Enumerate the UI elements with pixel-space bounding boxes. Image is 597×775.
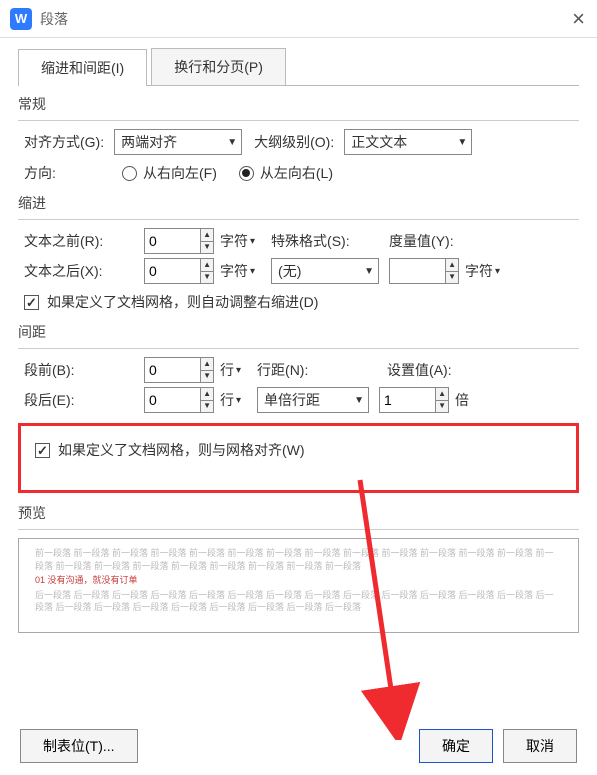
window-title: 段落	[40, 9, 68, 29]
titlebar: W 段落 ×	[0, 0, 597, 38]
spin-up-icon[interactable]: ▲	[446, 259, 458, 272]
align-label: 对齐方式(G):	[24, 132, 104, 152]
direction-ltr-radio[interactable]: 从左向右(L)	[239, 163, 333, 183]
indent-before-unit[interactable]: 字符▾	[220, 231, 255, 251]
set-value-input[interactable]	[380, 388, 435, 412]
tab-bar: 缩进和间距(I) 换行和分页(P)	[18, 48, 579, 86]
footer-buttons: 制表位(T)... 确定 取消	[0, 729, 597, 763]
space-before-spinner[interactable]: ▲▼	[144, 357, 214, 383]
direction-label: 方向:	[24, 163, 112, 183]
special-value: (无)	[278, 261, 301, 281]
indent-before-label: 文本之前(R):	[24, 231, 134, 251]
indent-after-input[interactable]	[145, 259, 200, 283]
indent-after-unit[interactable]: 字符▾	[220, 261, 255, 281]
line-spacing-select[interactable]: 单倍行距 ▼	[257, 387, 369, 413]
group-indent-title: 缩进	[18, 193, 579, 213]
ltr-label: 从左向右(L)	[260, 163, 333, 183]
indent-before-spinner[interactable]: ▲▼	[144, 228, 214, 254]
outline-select[interactable]: 正文文本 ▼	[344, 129, 472, 155]
spin-up-icon[interactable]: ▲	[201, 388, 213, 401]
group-preview-title: 预览	[18, 503, 579, 523]
chevron-down-icon: ▾	[495, 266, 500, 277]
spacing-grid-checkbox[interactable]: 如果定义了文档网格，则与网格对齐(W)	[35, 440, 305, 460]
chevron-down-icon: ▾	[236, 365, 241, 376]
chevron-down-icon: ▾	[236, 395, 241, 406]
spin-down-icon[interactable]: ▼	[201, 272, 213, 284]
preview-gray-text: 前一段落 前一段落 前一段落 前一段落 前一段落 前一段落 前一段落 前一段落 …	[35, 547, 562, 572]
direction-rtl-radio[interactable]: 从右向左(F)	[122, 163, 217, 183]
group-general-title: 常规	[18, 94, 579, 114]
outline-value: 正文文本	[351, 132, 407, 152]
chevron-down-icon: ▼	[457, 137, 467, 148]
checkbox-icon	[35, 443, 50, 458]
spin-up-icon[interactable]: ▲	[201, 259, 213, 272]
group-spacing-title: 间距	[18, 322, 579, 342]
line-spacing-value: 单倍行距	[264, 390, 320, 410]
close-icon[interactable]: ×	[572, 6, 585, 32]
space-after-spinner[interactable]: ▲▼	[144, 387, 214, 413]
space-before-unit[interactable]: 行▾	[220, 360, 241, 380]
preview-gray-text: 后一段落 后一段落 后一段落 后一段落 后一段落 后一段落 后一段落 后一段落 …	[35, 589, 562, 614]
ok-button[interactable]: 确定	[419, 729, 493, 763]
spin-down-icon[interactable]: ▼	[201, 371, 213, 383]
measure-spinner[interactable]: ▲▼	[389, 258, 459, 284]
spin-up-icon[interactable]: ▲	[201, 358, 213, 371]
spin-down-icon[interactable]: ▼	[446, 272, 458, 284]
checkbox-icon	[24, 295, 39, 310]
tab-line-page-breaks[interactable]: 换行和分页(P)	[151, 48, 286, 85]
chevron-down-icon: ▾	[250, 266, 255, 277]
measure-unit[interactable]: 字符▾	[465, 261, 500, 281]
indent-after-label: 文本之后(X):	[24, 261, 134, 281]
preview-panel: 前一段落 前一段落 前一段落 前一段落 前一段落 前一段落 前一段落 前一段落 …	[18, 538, 579, 633]
line-spacing-label: 行距(N):	[257, 360, 377, 380]
rtl-label: 从右向左(F)	[143, 163, 217, 183]
special-label: 特殊格式(S):	[271, 231, 379, 251]
chevron-down-icon: ▼	[354, 395, 364, 406]
cancel-button[interactable]: 取消	[503, 729, 577, 763]
indent-grid-checkbox[interactable]: 如果定义了文档网格，则自动调整右缩进(D)	[24, 292, 318, 312]
chevron-down-icon: ▾	[250, 236, 255, 247]
outline-label: 大纲级别(O):	[254, 132, 334, 152]
align-value: 两端对齐	[121, 132, 177, 152]
indent-before-input[interactable]	[145, 229, 200, 253]
measure-label: 度量值(Y):	[389, 231, 454, 251]
spacing-grid-label: 如果定义了文档网格，则与网格对齐(W)	[58, 440, 305, 460]
indent-grid-label: 如果定义了文档网格，则自动调整右缩进(D)	[47, 292, 318, 312]
indent-after-spinner[interactable]: ▲▼	[144, 258, 214, 284]
tabs-button[interactable]: 制表位(T)...	[20, 729, 138, 763]
space-before-input[interactable]	[145, 358, 200, 382]
special-select[interactable]: (无) ▼	[271, 258, 379, 284]
space-after-unit[interactable]: 行▾	[220, 390, 241, 410]
spin-down-icon[interactable]: ▼	[201, 401, 213, 413]
spin-up-icon[interactable]: ▲	[436, 388, 448, 401]
radio-icon	[122, 166, 137, 181]
app-icon: W	[10, 8, 32, 30]
measure-input[interactable]	[390, 259, 445, 283]
highlight-annotation: 如果定义了文档网格，则与网格对齐(W)	[18, 423, 579, 493]
radio-icon	[239, 166, 254, 181]
set-value-spinner[interactable]: ▲▼	[379, 387, 449, 413]
set-value-unit: 倍	[455, 390, 469, 410]
space-after-input[interactable]	[145, 388, 200, 412]
space-after-label: 段后(E):	[24, 390, 134, 410]
spin-down-icon[interactable]: ▼	[436, 401, 448, 413]
space-before-label: 段前(B):	[24, 360, 134, 380]
spin-down-icon[interactable]: ▼	[201, 242, 213, 254]
spin-up-icon[interactable]: ▲	[201, 229, 213, 242]
set-value-label: 设置值(A):	[387, 360, 452, 380]
align-select[interactable]: 两端对齐 ▼	[114, 129, 242, 155]
tab-indent-spacing[interactable]: 缩进和间距(I)	[18, 49, 147, 86]
chevron-down-icon: ▼	[364, 266, 374, 277]
preview-sample-text: 01 没有沟通，就没有订单	[35, 574, 562, 587]
chevron-down-icon: ▼	[227, 137, 237, 148]
